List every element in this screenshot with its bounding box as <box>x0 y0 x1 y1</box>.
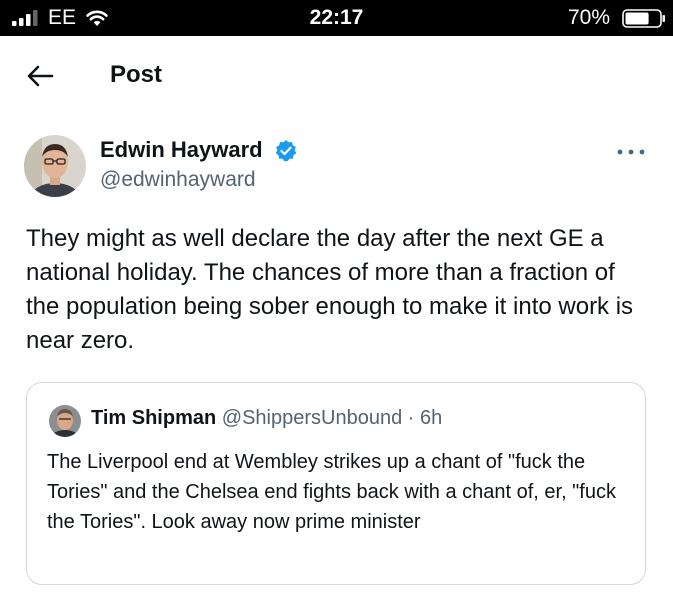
quote-author-name[interactable]: Tim Shipman <box>91 407 216 429</box>
quote-timestamp[interactable]: 6h <box>420 407 442 429</box>
quoted-post[interactable]: Tim Shipman @ShippersUnbound · 6h The Li… <box>26 382 646 585</box>
quote-author-handle[interactable]: @ShippersUnbound <box>222 407 402 429</box>
author-name[interactable]: Edwin Hayward <box>100 137 263 163</box>
quote-separator: · <box>407 407 415 429</box>
quote-meta: Tim Shipman @ShippersUnbound · 6h <box>91 407 442 430</box>
battery-icon <box>622 9 665 28</box>
post-text: They might as well declare the day after… <box>26 225 634 354</box>
battery-percent: 70% <box>568 6 611 29</box>
more-dots-icon[interactable] <box>616 148 646 156</box>
avatar[interactable] <box>24 135 86 197</box>
quote-avatar[interactable] <box>49 405 81 437</box>
author-handle[interactable]: @edwinhayward <box>100 168 256 192</box>
quote-text: The Liverpool end at Wembley strikes up … <box>47 451 616 533</box>
verified-badge-icon <box>275 140 297 162</box>
arrow-left-icon[interactable] <box>25 62 55 90</box>
status-bar: EE 22:17 70% <box>0 0 673 36</box>
page-title: Post <box>110 61 163 88</box>
